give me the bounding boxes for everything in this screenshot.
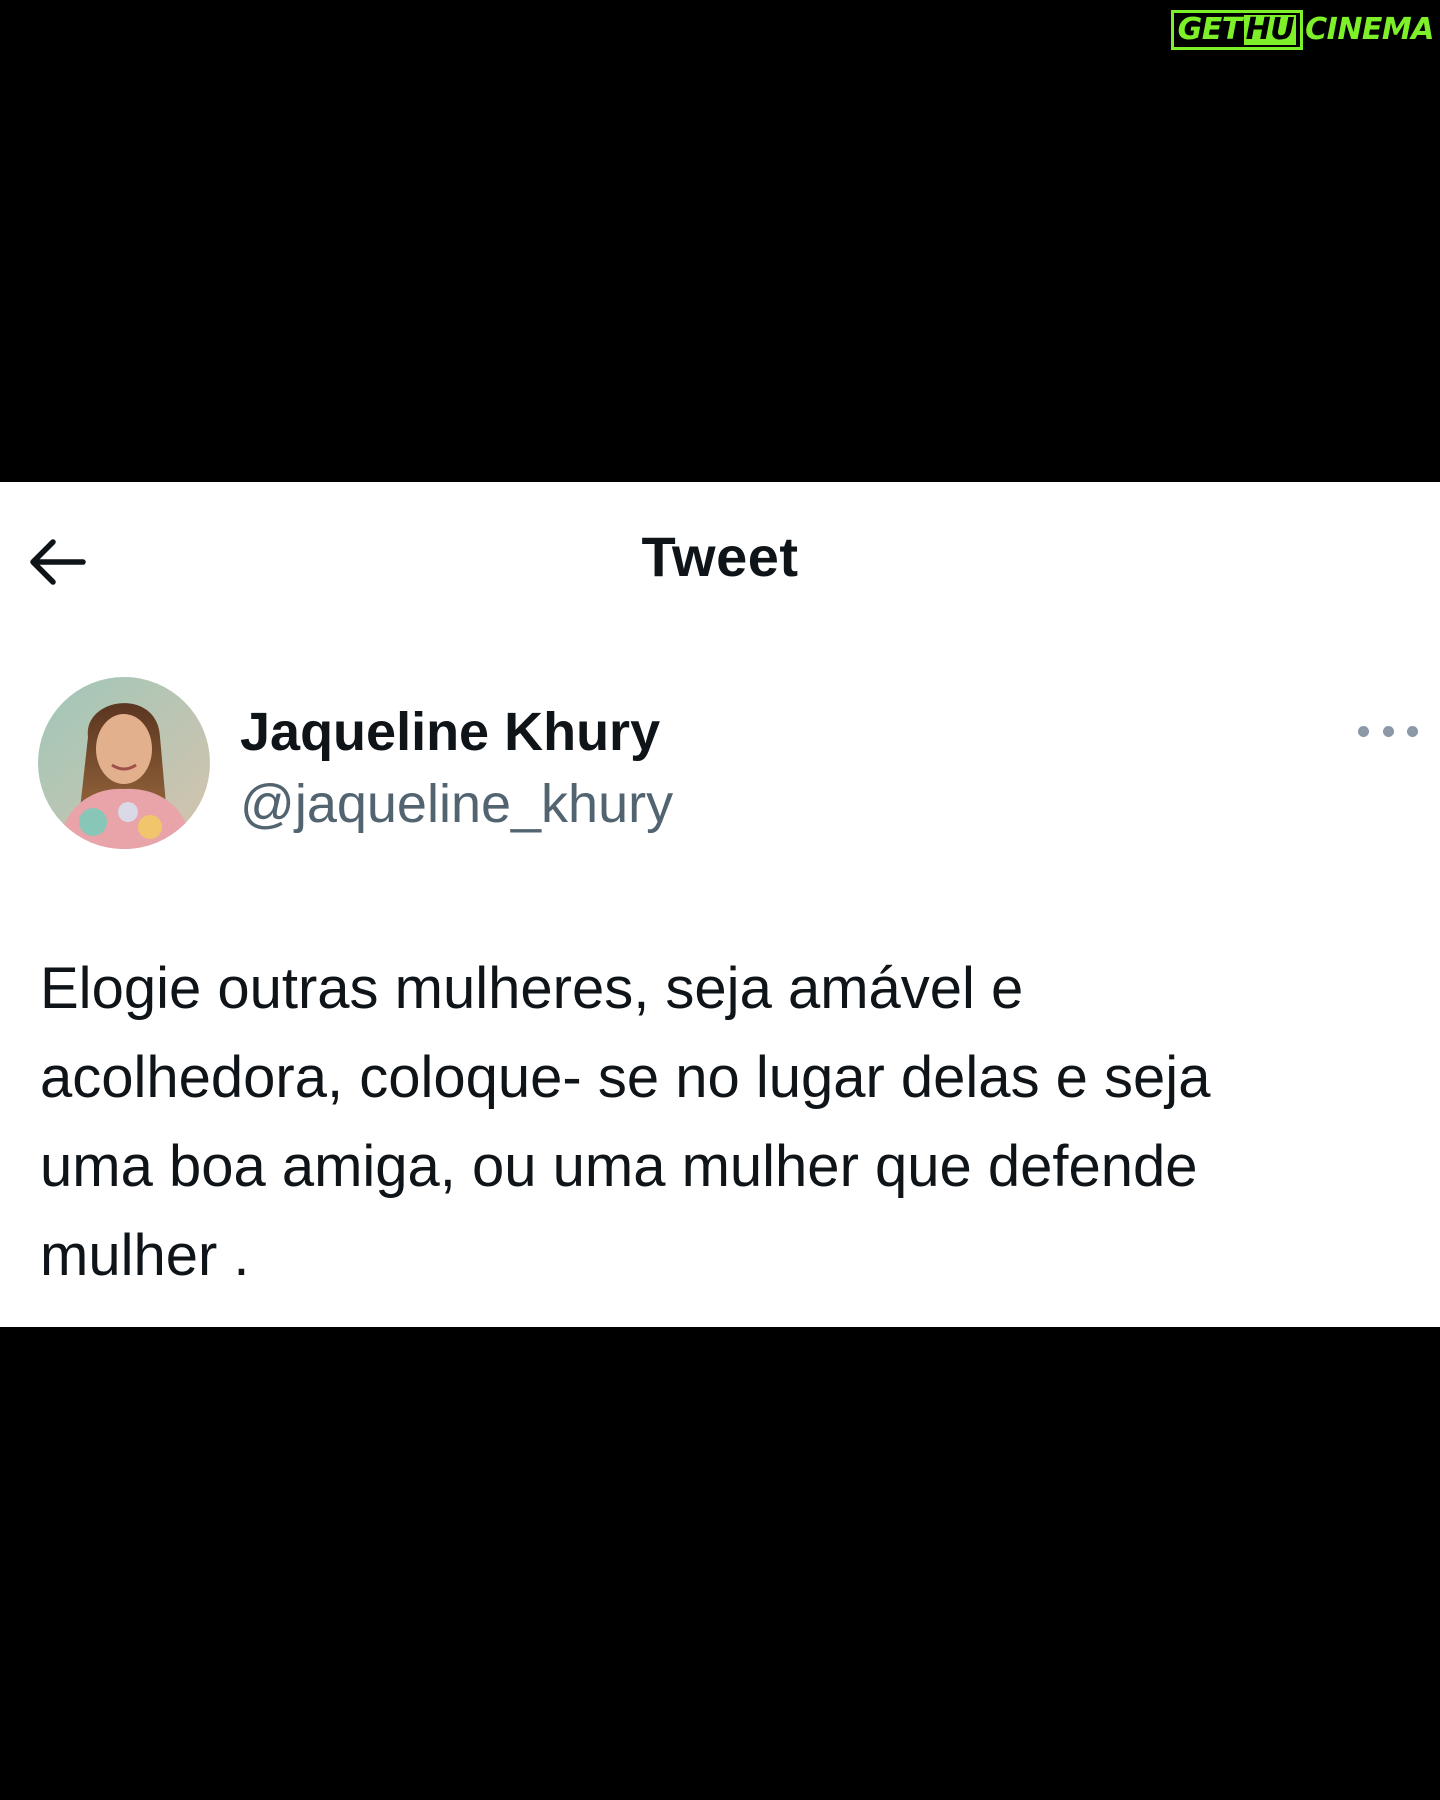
watermark-box: GET HU [1170,10,1304,50]
page-title: Tweet [641,525,799,588]
tweet-author: Jaqueline Khury @jaqueline_khury [38,677,1418,852]
watermark-logo: GET HU CINEMA [1170,10,1434,50]
watermark-part3: CINEMA [1305,12,1434,47]
more-horizontal-icon [1358,725,1369,737]
watermark-part1: GET [1177,12,1243,47]
author-handle[interactable]: @jaqueline_khury [240,773,673,835]
watermark-part2: HU [1243,12,1297,47]
tweet-body-text: Elogie outras mulheres, seja amável e ac… [40,956,1211,1288]
avatar-photo [38,677,210,849]
author-display-name[interactable]: Jaqueline Khury [240,701,660,763]
more-horizontal-icon-dot [1407,725,1418,737]
more-options-button[interactable] [1358,711,1418,751]
avatar[interactable] [38,677,210,849]
screenshot-canvas: GET HU CINEMA Tweet Jaqueline Khury @jaq… [0,0,1440,1800]
tweet-header: Tweet [0,482,1440,632]
more-horizontal-icon-dot [1382,725,1394,737]
tweet-card: Tweet Jaqueline Khury @jaqueline_khury E… [0,482,1440,1327]
